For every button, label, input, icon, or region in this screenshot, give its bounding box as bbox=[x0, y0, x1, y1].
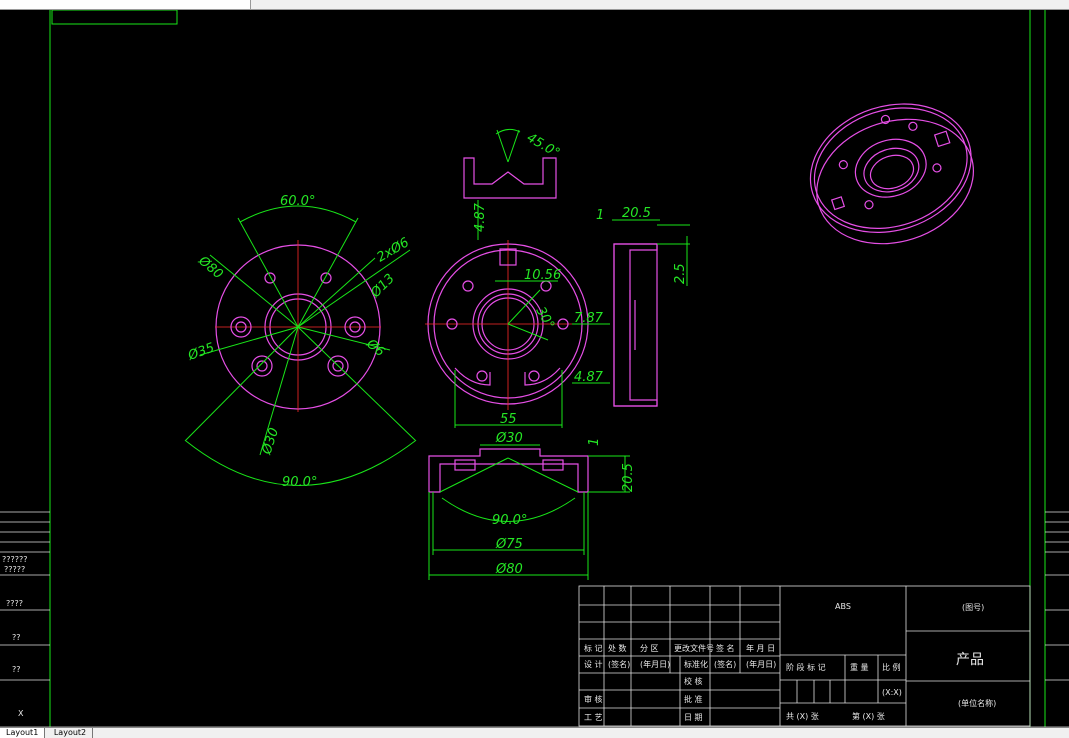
dim-angle-90: 90.0° bbox=[282, 475, 317, 490]
dim-dia6: Ø6 bbox=[363, 336, 388, 360]
dim-height-487: 4.87 bbox=[473, 202, 488, 232]
dim-angle-30: 30° bbox=[533, 305, 558, 332]
top-toolbar bbox=[0, 0, 1069, 10]
dim-bottom-55: 55 bbox=[500, 412, 517, 427]
dim-bottom-dia80: Ø80 bbox=[495, 562, 523, 577]
dim-bottom-dia75: Ø75 bbox=[495, 537, 523, 552]
strip-text-6: X bbox=[18, 709, 24, 718]
tb-sheets: 共 (X) 张 bbox=[786, 712, 819, 721]
dim-angle-45: 45.0° bbox=[524, 130, 562, 161]
strip-text-1: ?????? bbox=[2, 555, 27, 564]
dim-bottom-dia30: Ø30 bbox=[495, 431, 523, 446]
dim-bottom-height: 20.5 bbox=[621, 463, 636, 492]
tb-part-name: 产品 bbox=[956, 652, 984, 668]
dim-bottom-thick: 1 bbox=[587, 438, 602, 446]
drawing-canvas[interactable]: ?????? ????? ???? ?? ?? X 60.0° Ø80 2xØ6… bbox=[0, 10, 1069, 727]
tb-design-date: (年月日) bbox=[640, 659, 670, 669]
view-side-section[interactable]: 1 20.5 2.5 bbox=[596, 206, 690, 407]
tb-approve: 批 准 bbox=[684, 694, 703, 704]
tb-standard-date: (年月日) bbox=[746, 659, 776, 669]
dim-height-25: 2.5 bbox=[673, 263, 688, 284]
view-top-section[interactable]: 45.0° 4.87 bbox=[463, 128, 562, 240]
toolbar-box[interactable] bbox=[0, 0, 251, 9]
dim-thick-1: 1 bbox=[596, 208, 604, 223]
view-front-holes[interactable]: 60.0° Ø80 2xØ6 Ø13 Ø35 Ø6 Ø30 90.0° bbox=[184, 194, 417, 490]
tb-sheet-no: 第 (X) 张 bbox=[852, 711, 885, 721]
tb-standard-sign: (签名) bbox=[714, 659, 736, 669]
tb-drawing-no: (图号) bbox=[962, 603, 984, 612]
layout-tabs: Layout1 Layout2 bbox=[0, 727, 1069, 738]
tb-standard: 标准化 bbox=[684, 659, 708, 669]
dim-dia80: Ø80 bbox=[195, 253, 226, 282]
tb-design-sign: (签名) bbox=[608, 659, 630, 669]
dim-holes: 2xØ6 bbox=[375, 235, 412, 265]
dim-right-487: 4.87 bbox=[574, 370, 604, 385]
drawing-frame bbox=[0, 10, 1069, 727]
tb-material: ABS bbox=[835, 602, 851, 611]
tb-process: 工 艺 bbox=[584, 713, 603, 722]
tb-date: 日 期 bbox=[684, 713, 703, 722]
tb-header-sign: 签 名 bbox=[716, 643, 735, 653]
tb-header-zone: 分 区 bbox=[640, 644, 659, 653]
view-main-front[interactable]: 10.56 30° 7.87 4.87 55 bbox=[425, 240, 610, 428]
strip-text-2: ????? bbox=[4, 565, 25, 574]
tb-design: 设 计 bbox=[584, 659, 603, 669]
strip-text-4: ?? bbox=[12, 633, 21, 642]
tb-ratio: 比 例 bbox=[882, 662, 901, 672]
dim-right-787: 7.87 bbox=[574, 311, 604, 326]
dim-angle-60: 60.0° bbox=[280, 194, 315, 209]
tb-stage: 阶 段 标 记 bbox=[786, 662, 826, 672]
tb-header-count: 处 数 bbox=[608, 643, 627, 653]
tb-scale: (X:X) bbox=[882, 688, 902, 697]
tb-header-mark: 标 记 bbox=[584, 643, 603, 653]
dim-bottom-angle: 90.0° bbox=[492, 513, 527, 528]
tb-review: 审 核 bbox=[584, 694, 603, 704]
tb-weight: 重 量 bbox=[850, 662, 869, 672]
strip-text-5: ?? bbox=[12, 665, 21, 674]
title-block: 标 记 处 数 分 区 更改文件号 签 名 年 月 日 设 计 (签名) (年月… bbox=[578, 585, 1031, 727]
strip-text-3: ???? bbox=[6, 599, 23, 608]
dim-width-205: 20.5 bbox=[622, 206, 651, 221]
tb-check: 校 核 bbox=[684, 676, 703, 686]
right-strip bbox=[1045, 511, 1069, 681]
tb-company: (单位名称) bbox=[958, 698, 996, 708]
view-isometric[interactable] bbox=[794, 84, 992, 264]
tb-header-change: 更改文件号 bbox=[674, 643, 714, 653]
dim-dia30: Ø30 bbox=[259, 426, 282, 457]
dim-dia35: Ø35 bbox=[185, 341, 216, 365]
view-bottom-section[interactable]: Ø30 1 20.5 90.0° Ø75 Ø80 bbox=[428, 431, 636, 580]
tb-header-date: 年 月 日 bbox=[746, 643, 775, 653]
dim-width-1056: 10.56 bbox=[524, 268, 561, 283]
left-strip: ?????? ????? ???? ?? ?? X bbox=[0, 511, 50, 718]
